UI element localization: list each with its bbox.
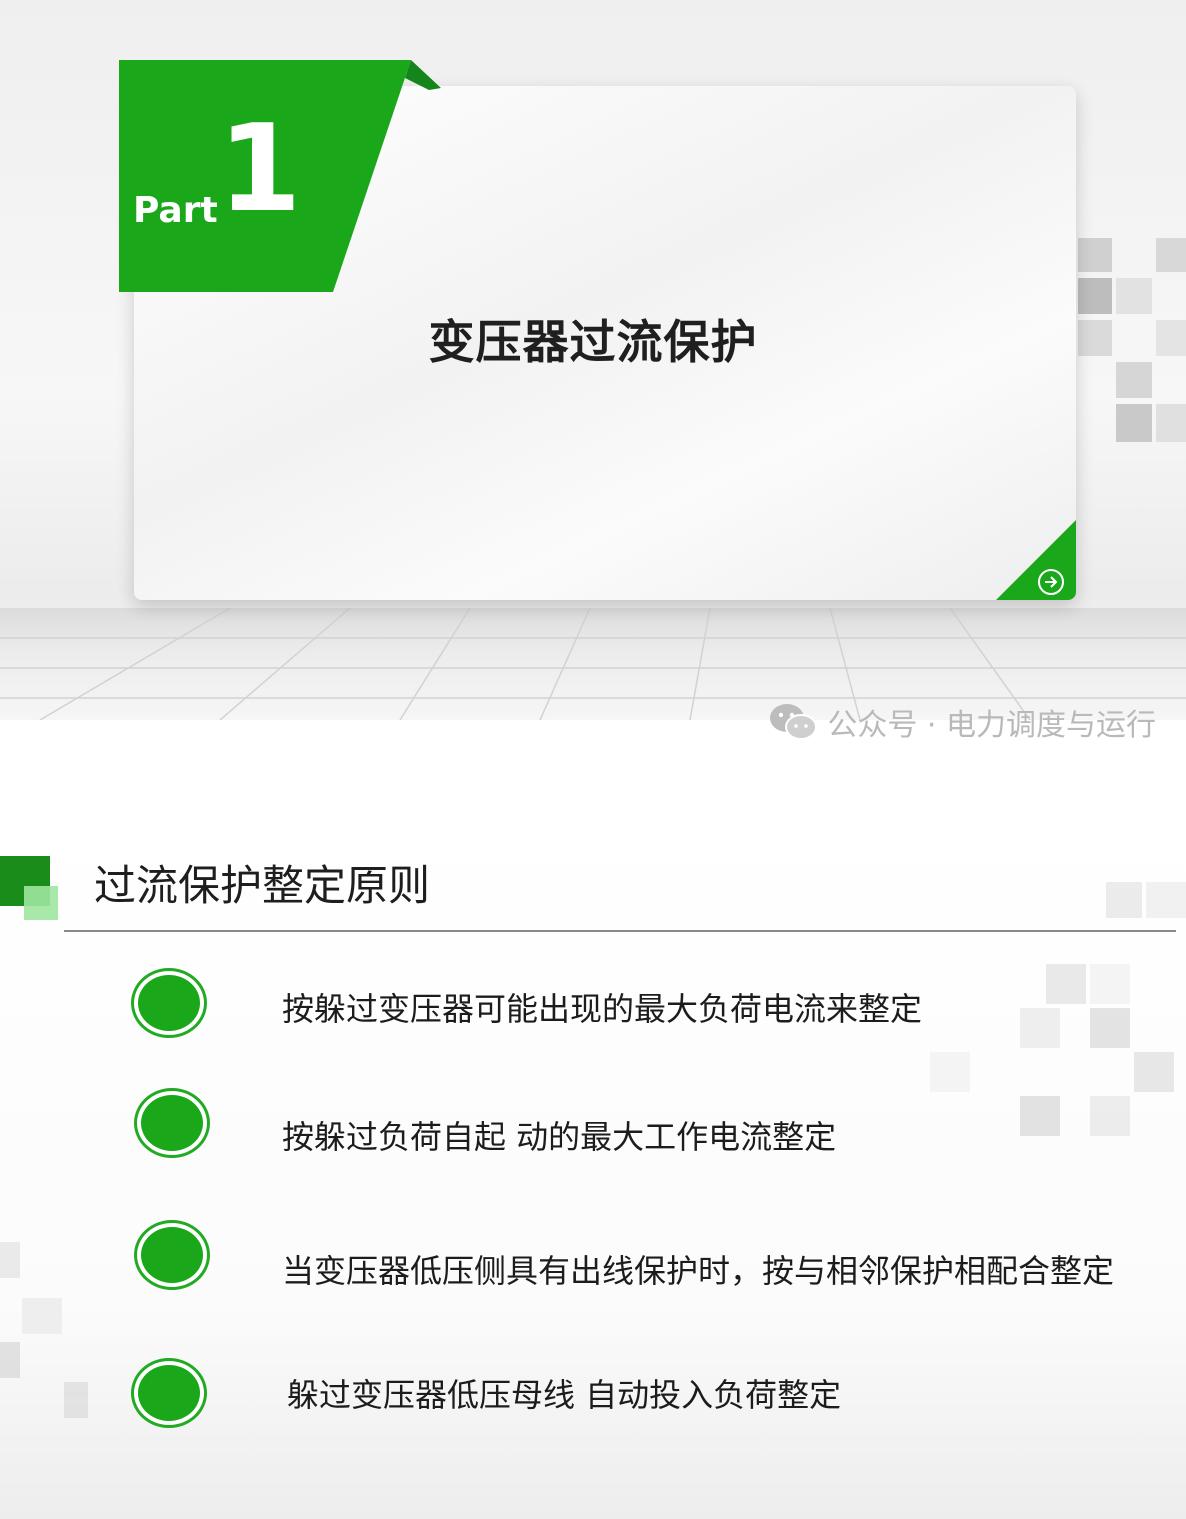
bullet-circle-icon <box>134 1220 210 1290</box>
title-divider <box>64 930 1176 932</box>
bullet-circle-icon <box>131 1358 207 1428</box>
slide-principles: 过流保护整定原则 按躲过变压器可能出现的最大负荷电流来整定 按躲过负荷自起 动的… <box>0 822 1186 1519</box>
part-label: Part <box>133 190 218 231</box>
bullet-circle-icon <box>131 968 207 1038</box>
principle-text: 当变压器低压侧具有出线保护时，按与相邻保护相配合整定 <box>282 1252 1115 1290</box>
principle-item: 按躲过变压器可能出现的最大负荷电流来整定 <box>0 968 1186 1048</box>
principle-item: 按躲过负荷自起 动的最大工作电流整定 <box>0 1088 1186 1168</box>
part-number: 1 <box>218 100 302 239</box>
title-decoration-square-light <box>24 886 58 920</box>
watermark: 公众号 · 电力调度与运行 <box>769 700 1156 744</box>
principle-item: 当变压器低压侧具有出线保护时，按与相邻保护相配合整定 <box>0 1220 1186 1300</box>
card-corner-triangle <box>996 520 1076 600</box>
principle-text: 按躲过负荷自起 动的最大工作电流整定 <box>282 1118 837 1156</box>
section-title: 过流保护整定原则 <box>94 861 431 910</box>
slide-part-1: Part 1 变压器过流保护 <box>0 0 1186 720</box>
wechat-icon <box>769 703 818 741</box>
watermark-text: 公众号 · 电力调度与运行 <box>827 708 1156 743</box>
arrow-right-icon <box>1045 576 1058 588</box>
principle-item: 躲过变压器低压母线 自动投入负荷整定 <box>0 1358 1186 1438</box>
principle-text: 按躲过变压器可能出现的最大负荷电流来整定 <box>282 990 923 1028</box>
slide-title: 变压器过流保护 <box>428 315 758 369</box>
next-button[interactable] <box>1038 569 1064 595</box>
principle-text: 躲过变压器低压母线 自动投入负荷整定 <box>287 1376 842 1414</box>
bullet-circle-icon <box>134 1088 210 1158</box>
